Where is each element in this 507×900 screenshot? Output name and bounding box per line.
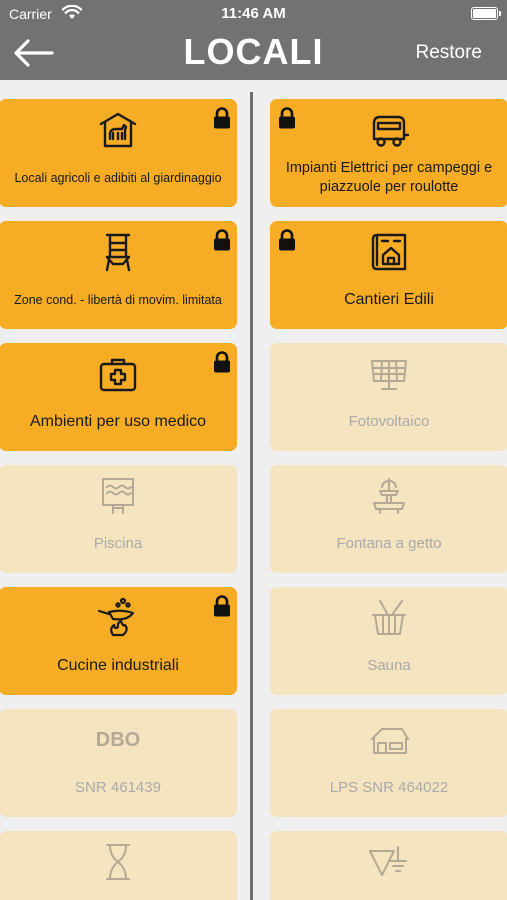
dbo-icon: DBO bbox=[96, 718, 140, 762]
lock-icon bbox=[278, 229, 296, 251]
lock-icon bbox=[213, 595, 231, 617]
tile-cantieri-edili[interactable]: Cantieri Edili bbox=[270, 221, 507, 329]
tile-locali-agricoli[interactable]: Locali agricoli e adibiti al giardinaggi… bbox=[0, 99, 237, 207]
tile-campeggi[interactable]: Impianti Elettrici per campeggi e piazzu… bbox=[270, 99, 507, 207]
pool-icon bbox=[96, 474, 140, 518]
dbo-text: DBO bbox=[95, 728, 141, 751]
tile-label: SNR 461439 bbox=[75, 779, 161, 797]
lock-icon bbox=[213, 229, 231, 251]
house-icon bbox=[367, 718, 411, 762]
tile-zone-conduttrici[interactable]: Zone cond. - libertà di movim. limitata bbox=[0, 221, 237, 329]
tile-lps-snr-464022[interactable]: LPS SNR 464022 bbox=[270, 709, 507, 817]
tile-ambienti-medico[interactable]: Ambienti per uso medico bbox=[0, 343, 237, 451]
tile-label: Impianti Elettrici per campeggi e piazzu… bbox=[285, 160, 493, 195]
tile-cucine-industriali[interactable]: Cucine industriali bbox=[0, 587, 237, 695]
arrow-left-icon bbox=[14, 39, 54, 67]
tile-label: Fontana a getto bbox=[336, 535, 442, 553]
lock-icon bbox=[213, 351, 231, 373]
cooking-pan-icon bbox=[96, 596, 140, 640]
barn-horse-icon bbox=[96, 108, 140, 152]
first-aid-kit-icon bbox=[96, 352, 140, 396]
restore-button[interactable]: Restore bbox=[415, 42, 482, 64]
tile-label: Cantieri Edili bbox=[344, 290, 434, 308]
tile-label: Fotovoltaico bbox=[348, 413, 430, 431]
tile-grid[interactable]: Locali agricoli e adibiti al giardinaggi… bbox=[0, 80, 507, 900]
tile-grounding[interactable] bbox=[270, 831, 507, 900]
silo-icon bbox=[96, 230, 140, 274]
tile-label: LPS SNR 464022 bbox=[329, 779, 449, 797]
tile-label: Zone cond. - libertà di movim. limitata bbox=[14, 292, 222, 307]
tile-snr-461439[interactable]: DBO SNR 461439 bbox=[0, 709, 237, 817]
tile-label: Piscina bbox=[93, 535, 143, 553]
caravan-icon bbox=[367, 108, 411, 152]
column-divider bbox=[250, 92, 253, 900]
navigation-bar: LOCALI Restore bbox=[0, 28, 507, 80]
lock-icon bbox=[278, 107, 296, 129]
lock-icon bbox=[213, 107, 231, 129]
hourglass-icon bbox=[96, 840, 140, 884]
status-bar: Carrier 11:46 AM bbox=[0, 0, 507, 28]
tile-fotovoltaico[interactable]: Fotovoltaico bbox=[270, 343, 507, 451]
solar-panel-icon bbox=[367, 352, 411, 396]
blueprint-house-icon bbox=[367, 230, 411, 274]
tile-sauna[interactable]: Sauna bbox=[270, 587, 507, 695]
grounding-icon bbox=[367, 840, 411, 884]
tile-piscina[interactable]: Piscina bbox=[0, 465, 237, 573]
battery-icon bbox=[471, 7, 501, 20]
tile-label: Locali agricoli e adibiti al giardinaggi… bbox=[14, 170, 222, 185]
sauna-bucket-icon bbox=[367, 596, 411, 640]
tile-label: Ambienti per uso medico bbox=[29, 412, 207, 430]
tile-label: Sauna bbox=[367, 657, 411, 675]
tile-fontana-getto[interactable]: Fontana a getto bbox=[270, 465, 507, 573]
clock: 11:46 AM bbox=[221, 5, 286, 22]
back-button[interactable] bbox=[12, 38, 54, 68]
tile-hourglass[interactable] bbox=[0, 831, 237, 900]
tile-label: Cucine industriali bbox=[57, 656, 179, 674]
fountain-icon bbox=[367, 474, 411, 518]
